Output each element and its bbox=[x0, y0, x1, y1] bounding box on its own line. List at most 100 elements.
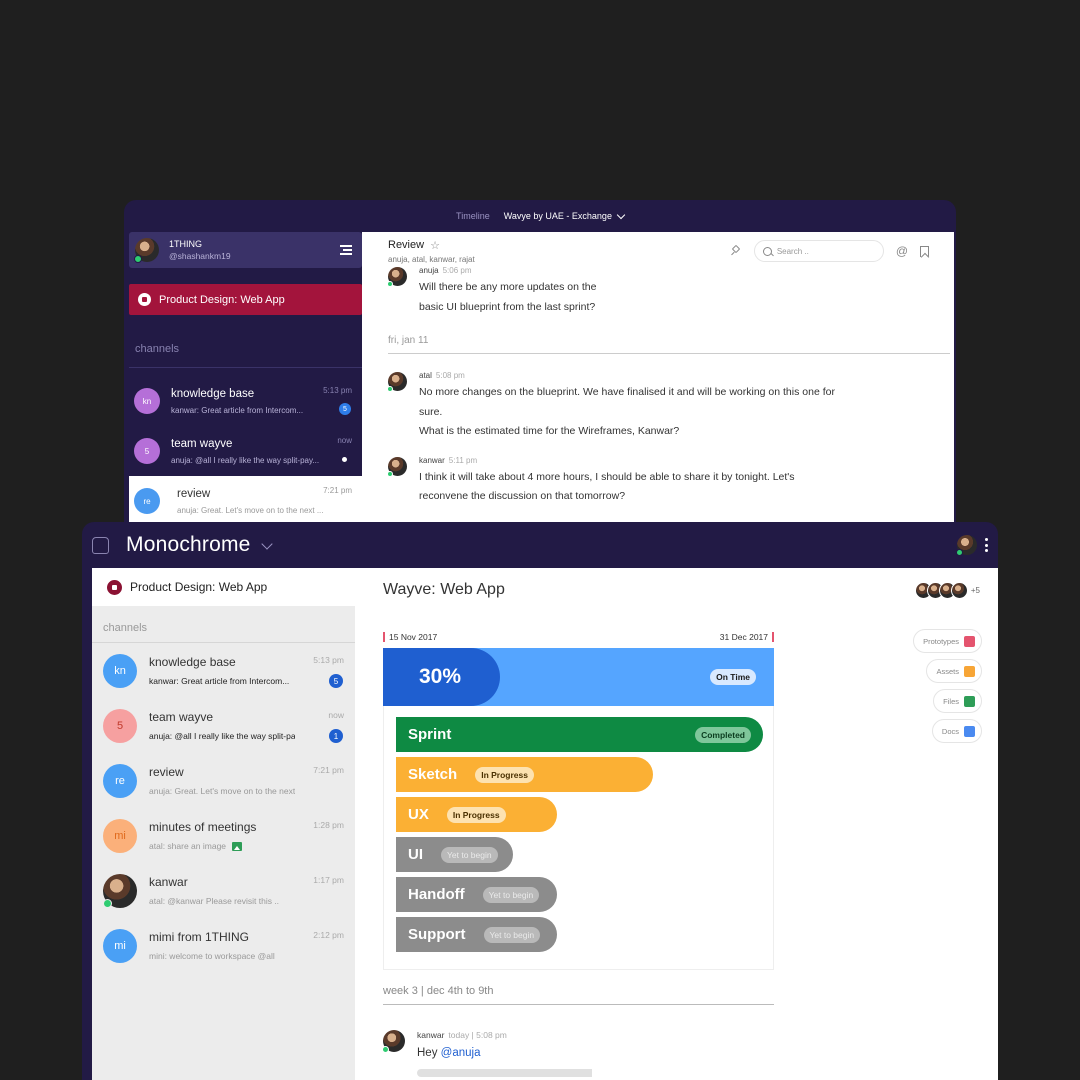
phase-bar-support[interactable]: Support Yet to begin bbox=[396, 917, 557, 952]
channel-preview: anuja: @all I really like the way split-… bbox=[149, 731, 295, 741]
workspace-switcher[interactable]: Wavye by UAE - Exchange bbox=[503, 210, 626, 221]
channel-title: team wayve bbox=[149, 710, 214, 724]
status-badge: On Time bbox=[710, 669, 756, 685]
channel-item-review[interactable]: re review anuja: Great. Let's move on to… bbox=[129, 476, 362, 522]
channel-avatar: re bbox=[134, 488, 160, 514]
channel-title: mimi from 1THING bbox=[149, 930, 249, 944]
phase-list: Sprint Completed Sketch In Progress UX In … bbox=[383, 706, 774, 970]
chevron-down-icon bbox=[616, 210, 626, 219]
channel-avatar: 5 bbox=[134, 438, 160, 464]
message-author: kanwar bbox=[417, 1030, 445, 1040]
week-divider: week 3 | dec 4th to 9th bbox=[383, 985, 774, 1005]
search-input[interactable]: Search .. bbox=[753, 240, 884, 262]
channel-time: now bbox=[328, 710, 344, 720]
more-members-count: +5 bbox=[970, 585, 980, 595]
asset-link-prototypes[interactable]: Prototypes bbox=[913, 629, 982, 653]
mentions-icon[interactable]: @ bbox=[896, 244, 908, 258]
star-icon[interactable]: ☆ bbox=[430, 239, 440, 252]
online-status-dot bbox=[103, 898, 112, 908]
phase-status-badge: Yet to begin bbox=[482, 886, 540, 903]
message-text: Hey @anuja bbox=[417, 1047, 481, 1059]
pin-icon[interactable] bbox=[730, 244, 742, 257]
channel-time: 1:28 pm bbox=[313, 820, 344, 830]
channel-time: 7:21 pm bbox=[313, 765, 344, 775]
member-avatars[interactable]: +5 bbox=[914, 581, 980, 599]
channel-preview: anuja: Great. Let's move on to the next … bbox=[177, 505, 324, 515]
phase-name: Handoff bbox=[408, 886, 465, 903]
message-time: 5:06 pm bbox=[442, 266, 472, 275]
project-timeline: 15 Nov 2017 31 Dec 2017 30% On Time Spri… bbox=[383, 630, 774, 970]
channel-item[interactable]: kanwar atal: @kanwar Please revisit this… bbox=[92, 863, 355, 918]
more-options-icon[interactable] bbox=[985, 538, 988, 552]
workspace-title[interactable]: Monochrome bbox=[126, 533, 251, 557]
message-author: anuja bbox=[419, 266, 439, 275]
asset-link-docs[interactable]: Docs bbox=[931, 719, 982, 743]
user-name: 1THING bbox=[169, 239, 203, 249]
asset-label: Files bbox=[943, 696, 959, 706]
project-header: Wayve: Web App +5 bbox=[355, 568, 998, 612]
chevron-down-icon[interactable] bbox=[260, 538, 273, 550]
message-text: I think it will take about 4 more hours,… bbox=[419, 470, 795, 503]
user-handle: @shashankm19 bbox=[169, 251, 231, 261]
user-profile[interactable]: 1THING @shashankm19 bbox=[129, 232, 362, 268]
search-placeholder: Search .. bbox=[776, 246, 809, 256]
timeline-tab[interactable]: Timeline bbox=[456, 211, 490, 221]
user-avatar[interactable] bbox=[956, 535, 977, 556]
front-sidebar: Product Design: Web App channels kn know… bbox=[92, 568, 355, 1080]
user-avatar bbox=[134, 238, 159, 263]
channel-item-team-wayve[interactable]: 5 team wayve anuja: @all I really like t… bbox=[129, 426, 362, 476]
home-icon[interactable] bbox=[92, 536, 109, 554]
phase-bar-sprint[interactable]: Sprint Completed bbox=[396, 717, 763, 752]
unread-count-badge: 5 bbox=[339, 403, 351, 415]
channel-preview: kanwar: Great article from Intercom... bbox=[171, 405, 304, 415]
channel-item[interactable]: mi mimi from 1THING mini: welcome to wor… bbox=[92, 918, 355, 973]
chat-members: anuja, atal, kanwar, rajat bbox=[388, 254, 475, 264]
channel-preview: atal: share an image bbox=[149, 841, 295, 851]
phase-status-badge: Yet to begin bbox=[441, 846, 498, 863]
channel-item[interactable]: mi minutes of meetings atal: share an im… bbox=[92, 808, 355, 863]
channel-time: 2:12 pm bbox=[313, 930, 344, 940]
asset-link-files[interactable]: Files bbox=[933, 689, 982, 713]
channel-item[interactable]: 5 team wayve anuja: @all I really like t… bbox=[92, 698, 355, 753]
phase-bar-handoff[interactable]: Handoff Yet to begin bbox=[396, 877, 557, 912]
phase-bar-ux[interactable]: UX In Progress bbox=[396, 797, 557, 832]
workspace-name: Wavye by UAE - Exchange bbox=[503, 211, 612, 221]
phase-name: UI bbox=[408, 846, 423, 863]
channel-title: team wayve bbox=[171, 437, 233, 450]
channel-item-knowledge-base[interactable]: kn knowledge base kanwar: Great article … bbox=[129, 376, 362, 426]
message-author: kanwar bbox=[419, 455, 445, 465]
overall-progress-bar[interactable]: 30% On Time bbox=[383, 648, 774, 706]
asset-label: Assets bbox=[936, 666, 959, 676]
channel-time: 7:21 pm bbox=[323, 486, 352, 495]
progress-percent: 30% bbox=[419, 665, 462, 688]
channel-title: knowledge base bbox=[149, 655, 236, 669]
project-title: Wayve: Web App bbox=[383, 581, 505, 598]
project-selector[interactable]: Product Design: Web App bbox=[129, 284, 362, 315]
message: kanwar today | 5:08 pm Hey @anuja bbox=[382, 1030, 667, 1077]
message-text: Will there be any more updates on the ba… bbox=[419, 281, 597, 313]
back-titlebar: Timeline Wavye by UAE - Exchange bbox=[124, 200, 956, 232]
menu-icon[interactable] bbox=[340, 245, 352, 255]
channel-item[interactable]: re review anuja: Great. Let's move on to… bbox=[92, 753, 355, 808]
channels-heading: channels bbox=[92, 606, 355, 643]
phase-bar-ui[interactable]: UI Yet to begin bbox=[396, 837, 513, 872]
unread-count-badge: 5 bbox=[329, 674, 343, 688]
channel-preview: anuja: Great. Let's move on to the next … bbox=[149, 786, 295, 796]
channel-item[interactable]: kn knowledge base kanwar: Great article … bbox=[92, 643, 355, 698]
online-status-dot bbox=[134, 255, 142, 263]
back-sidebar: 1THING @shashankm19 Product Design: Web … bbox=[129, 232, 362, 522]
mention-link[interactable]: @anuja bbox=[441, 1047, 481, 1059]
channel-avatar: 5 bbox=[103, 708, 137, 743]
phase-bar-sketch[interactable]: Sketch In Progress bbox=[396, 757, 653, 792]
channel-title: review bbox=[149, 765, 184, 779]
unread-dot bbox=[342, 457, 347, 462]
bookmark-icon[interactable] bbox=[920, 245, 929, 257]
channel-time: 1:17 pm bbox=[313, 875, 344, 885]
project-icon bbox=[138, 293, 151, 306]
member-avatar bbox=[950, 581, 968, 599]
phase-name: Support bbox=[408, 926, 466, 943]
asset-link-assets[interactable]: Assets bbox=[926, 659, 982, 683]
project-selector[interactable]: Product Design: Web App bbox=[92, 568, 355, 606]
project-icon bbox=[107, 579, 122, 595]
avatar bbox=[387, 267, 407, 287]
